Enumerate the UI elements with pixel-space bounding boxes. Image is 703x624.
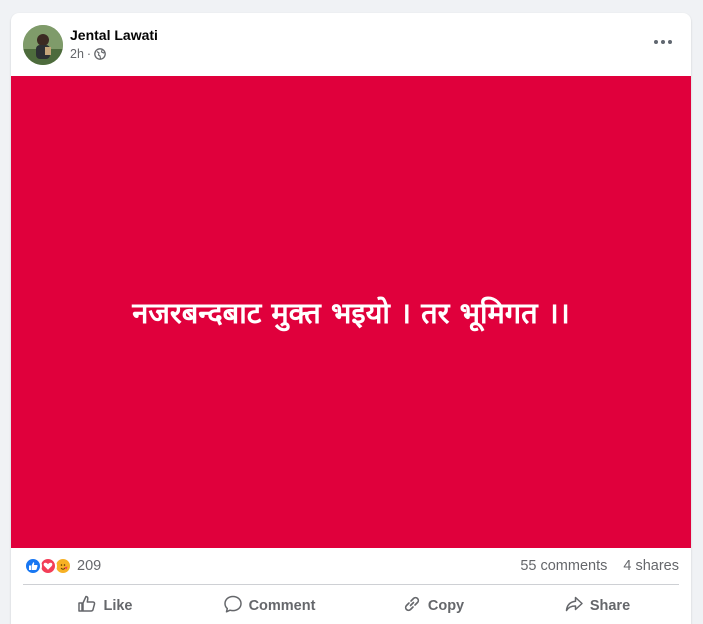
like-icon [24,557,42,575]
link-icon [402,594,422,618]
author-name[interactable]: Jental Lawati [70,27,158,43]
post-meta: 2h · [70,47,106,61]
post-card: Jental Lawati 2h · नजरबन्दबाट मुक्त भइयो… [11,13,691,624]
comment-label: Comment [248,598,316,614]
like-label: Like [103,598,133,614]
meta-separator: · [86,47,92,61]
post-header: Jental Lawati 2h · [11,13,691,76]
comment-button[interactable]: Comment [187,587,351,624]
divider [23,584,679,585]
reaction-count: 209 [77,558,102,574]
shares-count[interactable]: 4 shares [623,558,679,574]
share-button[interactable]: Share [515,587,679,624]
author-avatar[interactable] [23,25,63,65]
post-text-background[interactable]: नजरबन्दबाट मुक्त भइयो । तर भूमिगत ।। [11,76,691,548]
share-icon [564,594,584,618]
comment-icon [223,594,243,618]
more-options-icon[interactable] [647,29,679,55]
comments-count[interactable]: 55 comments [520,558,607,574]
thumbs-up-icon [77,594,97,618]
post-text: नजरबन्दबाट मुक्त भइयो । तर भूमिगत ।। [132,295,570,330]
reactions-summary[interactable]: 209 [24,557,101,575]
post-actions: Like Comment Copy Share [23,587,679,624]
share-label: Share [589,598,631,614]
like-button[interactable]: Like [23,587,187,624]
post-stats: 209 55 comments 4 shares [11,548,691,584]
copy-button[interactable]: Copy [351,587,515,624]
globe-icon [94,48,106,60]
copy-label: Copy [427,598,465,614]
post-time[interactable]: 2h [70,47,84,61]
